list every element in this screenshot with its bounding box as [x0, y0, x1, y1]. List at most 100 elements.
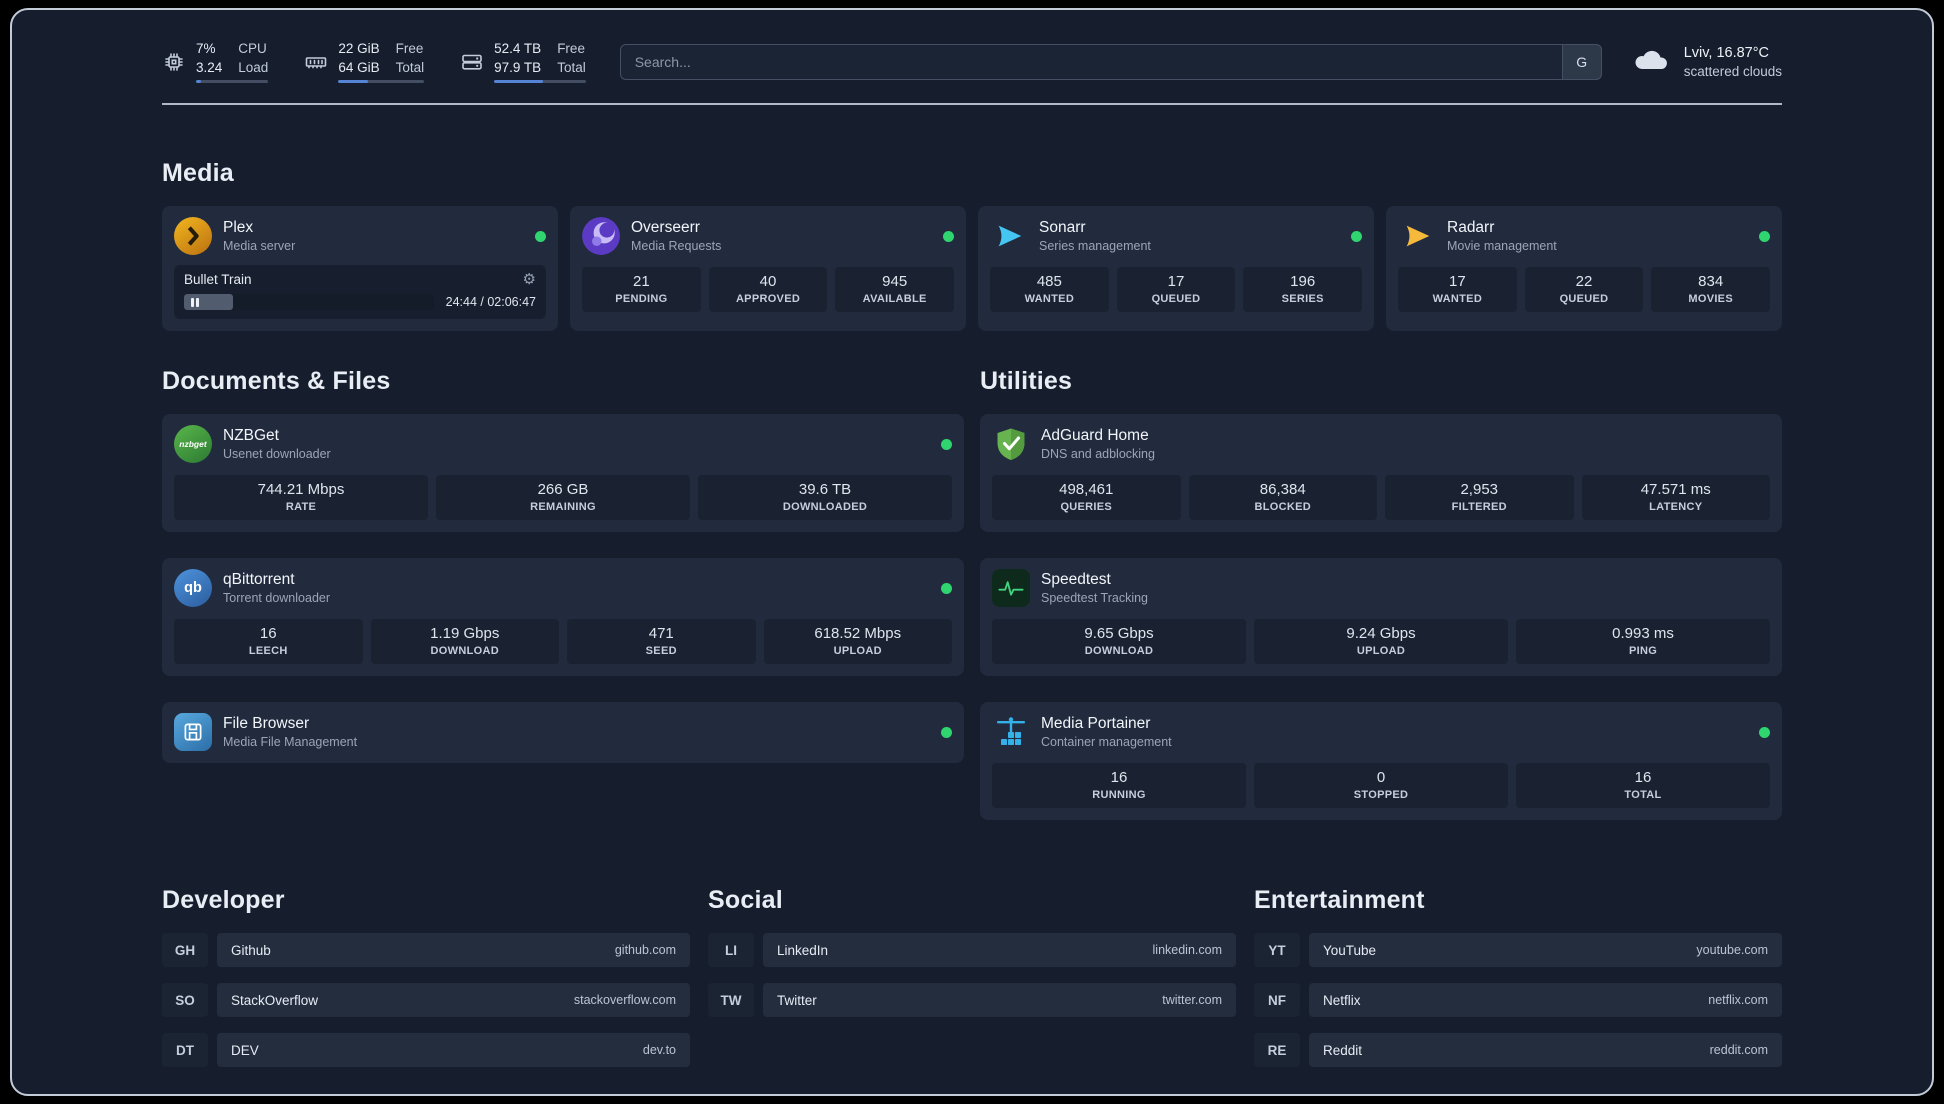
- stat: 22 QUEUED: [1524, 267, 1644, 313]
- sonarr-icon: [990, 217, 1028, 255]
- stat: 47.571 ms LATENCY: [1581, 475, 1770, 521]
- playback-time: 24:44 / 02:06:47: [445, 295, 536, 310]
- service-name: qBittorrent: [223, 571, 295, 589]
- section-title-utilities: Utilities: [980, 367, 1073, 396]
- stat: 40 APPROVED: [708, 267, 828, 313]
- cpu-readout: 7% CPU 3.24 Load: [196, 40, 269, 84]
- service-card-overseerr[interactable]: Overseerr Media Requests 21 PENDING 40 APP…: [570, 206, 966, 332]
- status-dot: [941, 438, 952, 450]
- bookmark-link[interactable]: YouTube youtube.com: [1309, 933, 1782, 968]
- stat: 9.24 Gbps UPLOAD: [1254, 619, 1508, 665]
- service-card-portainer[interactable]: Media Portainer Container management 16 R…: [980, 702, 1782, 821]
- service-name: Overseerr: [631, 219, 700, 237]
- bookmark-link[interactable]: LinkedIn linkedin.com: [763, 933, 1236, 968]
- filebrowser-icon: [174, 713, 212, 752]
- service-card-nzbget[interactable]: nzbget NZBGet Usenet downloader 744.21 M…: [162, 414, 964, 533]
- pause-icon[interactable]: [191, 297, 199, 307]
- section-media: Media Plex Media server Bullet Train ⚙ 2…: [162, 159, 1782, 332]
- stat: 17 WANTED: [1398, 267, 1517, 313]
- weather-widget[interactable]: Lviv, 16.87°C scattered clouds: [1630, 44, 1782, 79]
- cpu-usage-label: CPU: [238, 41, 267, 56]
- bookmark-abbr: TW: [708, 983, 754, 1018]
- service-subtitle: Media Requests: [631, 239, 722, 254]
- service-name: Sonarr: [1039, 219, 1086, 237]
- stat: 834 MOVIES: [1651, 267, 1771, 313]
- section-title-entertainment: Entertainment: [1254, 886, 1425, 915]
- bookmarks-entertainment: Entertainment YT YouTube youtube.com NF N…: [1254, 886, 1782, 1083]
- disk-free-value: 52.4 TB: [494, 41, 542, 56]
- service-subtitle: Speedtest Tracking: [1041, 591, 1149, 606]
- bookmark-abbr: DT: [162, 1033, 208, 1068]
- bookmark-link[interactable]: Twitter twitter.com: [763, 983, 1236, 1018]
- bookmark-abbr: SO: [162, 983, 208, 1018]
- weather-location: Lviv, 16.87°C: [1683, 45, 1770, 62]
- service-card-speedtest[interactable]: Speedtest Speedtest Tracking 9.65 Gbps DO…: [980, 558, 1782, 677]
- stat: 16 TOTAL: [1516, 763, 1770, 809]
- search-bar: G: [619, 43, 1602, 80]
- bookmark-link[interactable]: Reddit reddit.com: [1309, 1033, 1782, 1068]
- resource-widgets: 7% CPU 3.24 Load 22 GiB Free 64 GiB Tota…: [162, 40, 586, 84]
- stat: 0 STOPPED: [1254, 763, 1508, 809]
- overseerr-icon: [582, 217, 620, 256]
- section-title-media: Media: [162, 159, 234, 188]
- section-documents: Documents & Files nzbget NZBGet Usenet d…: [162, 331, 964, 764]
- bookmark-abbr: YT: [1254, 933, 1300, 968]
- disk-total-value: 97.9 TB: [494, 59, 542, 75]
- status-dot: [535, 230, 546, 242]
- bookmark-link[interactable]: Github github.com: [217, 933, 690, 968]
- bookmark-netflix: NF Netflix netflix.com: [1254, 983, 1782, 1018]
- disk-readout: 52.4 TB Free 97.9 TB Total: [494, 40, 586, 84]
- bookmark-linkedin: LI LinkedIn linkedin.com: [708, 933, 1236, 968]
- stat: 16 RUNNING: [992, 763, 1246, 809]
- service-card-radarr[interactable]: Radarr Movie management 17 WANTED 22 QUEUE…: [1386, 206, 1782, 332]
- nzbget-icon: nzbget: [174, 425, 212, 464]
- top-bar: 7% CPU 3.24 Load 22 GiB Free 64 GiB Tota…: [162, 40, 1782, 84]
- memory-free-label: Free: [395, 41, 424, 56]
- stat: 9.65 Gbps DOWNLOAD: [992, 619, 1246, 665]
- status-dot: [1759, 230, 1770, 242]
- bookmark-twitter: TW Twitter twitter.com: [708, 983, 1236, 1018]
- gear-icon[interactable]: ⚙: [523, 272, 536, 287]
- playback-progress-bar[interactable]: [184, 294, 434, 311]
- plex-icon: [174, 217, 212, 256]
- portainer-icon: [992, 713, 1030, 751]
- service-card-sonarr[interactable]: Sonarr Series management 485 WANTED 17 QUE…: [978, 206, 1374, 332]
- bookmark-link[interactable]: StackOverflow stackoverflow.com: [217, 983, 690, 1018]
- bookmark-dev: DT DEV dev.to: [162, 1033, 690, 1068]
- search-provider-button[interactable]: G: [1561, 43, 1602, 80]
- plex-now-playing: Bullet Train ⚙ 24:44 / 02:06:47: [174, 265, 546, 320]
- service-subtitle: Movie management: [1447, 239, 1557, 254]
- service-card-plex[interactable]: Plex Media server Bullet Train ⚙ 24:44 /…: [162, 206, 558, 332]
- cpu-usage-value: 7%: [196, 41, 216, 56]
- cpu-widget: 7% CPU 3.24 Load: [162, 40, 269, 84]
- search-input[interactable]: [619, 43, 1602, 80]
- disk-icon: [460, 50, 484, 74]
- bookmark-abbr: NF: [1254, 983, 1300, 1018]
- now-playing-title: Bullet Train: [184, 272, 252, 288]
- service-name: Media Portainer: [1041, 715, 1151, 733]
- service-card-filebrowser[interactable]: File Browser Media File Management: [162, 702, 964, 764]
- status-dot: [1759, 726, 1770, 738]
- section-utilities: Utilities AdGuard Home DNS and adblockin…: [980, 331, 1782, 821]
- qbittorrent-icon: qb: [174, 569, 212, 608]
- memory-total-value: 64 GiB: [338, 59, 380, 75]
- dashboard-window: 7% CPU 3.24 Load 22 GiB Free 64 GiB Tota…: [10, 8, 1934, 1096]
- adguard-icon: [992, 425, 1030, 463]
- service-name: AdGuard Home: [1041, 427, 1149, 445]
- bookmark-youtube: YT YouTube youtube.com: [1254, 933, 1782, 968]
- disk-free-label: Free: [557, 41, 585, 56]
- stat: 39.6 TB DOWNLOADED: [698, 475, 952, 521]
- stat: 1.19 Gbps DOWNLOAD: [370, 619, 559, 665]
- bookmark-reddit: RE Reddit reddit.com: [1254, 1033, 1782, 1068]
- stat: 471 SEED: [567, 619, 756, 665]
- stat: 945 AVAILABLE: [835, 267, 955, 313]
- memory-widget: 22 GiB Free 64 GiB Total: [304, 40, 425, 84]
- service-name: Speedtest: [1041, 571, 1111, 589]
- stat: 21 PENDING: [582, 267, 701, 313]
- bookmark-link[interactable]: DEV dev.to: [217, 1033, 690, 1068]
- service-card-qbittorrent[interactable]: qb qBittorrent Torrent downloader 16 LEEC…: [162, 558, 964, 677]
- bookmark-link[interactable]: Netflix netflix.com: [1309, 983, 1782, 1018]
- service-card-adguard[interactable]: AdGuard Home DNS and adblocking 498,461 Q…: [980, 414, 1782, 533]
- status-dot: [941, 582, 952, 594]
- bookmark-github: GH Github github.com: [162, 933, 690, 968]
